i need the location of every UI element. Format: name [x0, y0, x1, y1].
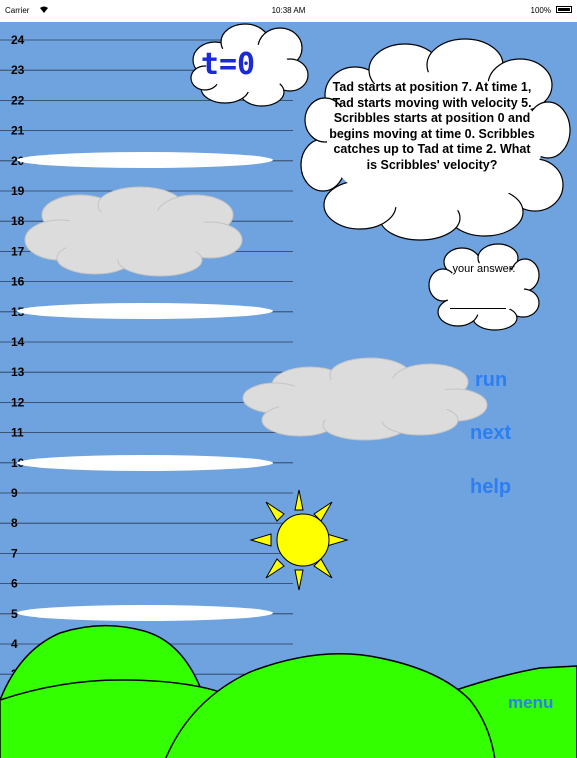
run-button[interactable]: run: [475, 369, 507, 391]
ruler-label: 24: [11, 33, 25, 47]
status-bar: Carrier 10:38 AM 100%: [0, 0, 577, 22]
battery-percentage: 100%: [530, 6, 551, 15]
sun-icon: [249, 489, 349, 591]
ruler-label: 6: [11, 577, 18, 591]
question-text: Tad starts at position 7. At time 1, Tad…: [329, 80, 535, 172]
ruler-label: 12: [11, 395, 25, 409]
green-hills: [0, 624, 577, 758]
ruler-label: 11: [11, 426, 24, 440]
answer-cloud: [428, 243, 540, 331]
ruler-label: 16: [11, 275, 25, 289]
ruler-label: 8: [11, 516, 18, 530]
ruler-label: 19: [11, 184, 25, 198]
ruler-label: 18: [11, 214, 25, 228]
grey-cloud: [242, 357, 488, 441]
time-display: t=0: [201, 47, 255, 82]
ruler-label: 23: [11, 63, 25, 77]
answer-label: your answer:: [452, 263, 516, 275]
ruler-label: 13: [11, 365, 25, 379]
status-time: 10:38 AM: [271, 6, 306, 15]
help-button[interactable]: help: [470, 476, 511, 498]
ruler-label: 17: [11, 244, 25, 258]
ruler-label: 22: [11, 93, 25, 107]
ruler-label: 5: [11, 607, 18, 621]
battery-icon: [556, 6, 572, 13]
ruler-label: 9: [11, 486, 18, 500]
next-button[interactable]: next: [470, 422, 511, 444]
ruler-label: 21: [11, 124, 25, 138]
menu-button[interactable]: menu: [508, 692, 553, 714]
ruler-label: 14: [11, 335, 25, 349]
ruler-label: 4: [11, 637, 18, 651]
answer-input[interactable]: [450, 290, 506, 309]
grey-cloud: [24, 186, 243, 277]
ruler-label: 7: [11, 546, 18, 560]
